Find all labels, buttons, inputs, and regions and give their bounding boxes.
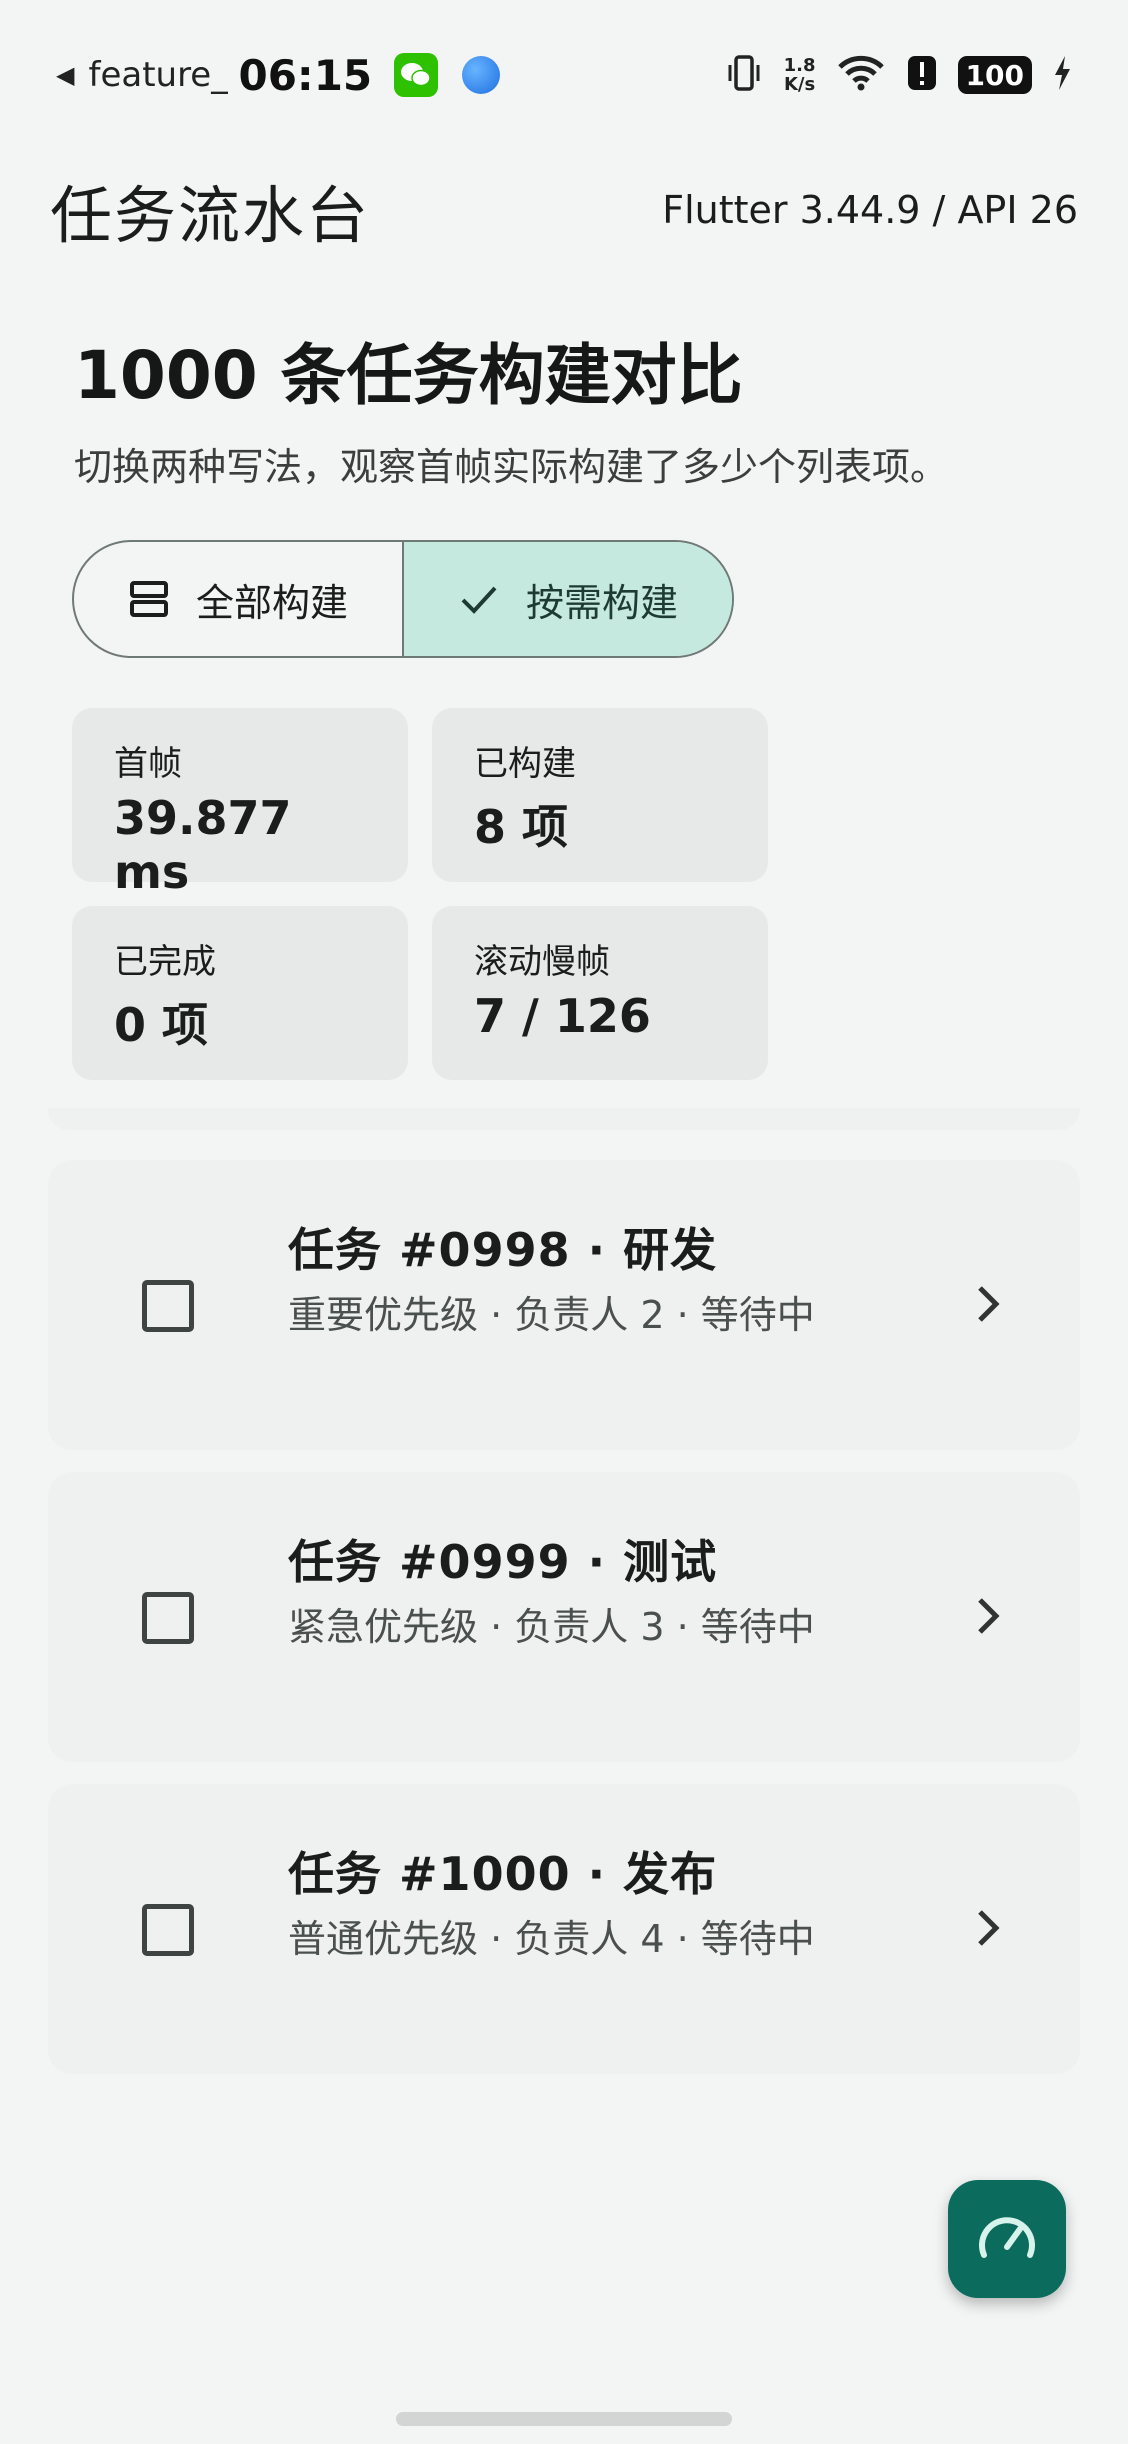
chevron-right-icon[interactable]: [974, 1906, 1002, 1954]
status-bar: ◀ feature_ 06:15 1.8 K/s 100: [0, 0, 1128, 150]
list-item[interactable]: 任务 #1000 · 发布 普通优先级 · 负责人 4 · 等待中: [48, 1784, 1080, 2074]
task-subtitle: 普通优先级 · 负责人 4 · 等待中: [288, 1917, 815, 1961]
stat-card-first-frame: 首帧 39.877 ms: [72, 708, 408, 899]
build-mode-toggle: 全部构建 按需构建: [72, 540, 734, 658]
list-icon: [128, 578, 170, 620]
stat-label: 首帧: [114, 744, 182, 784]
app-version-label: Flutter 3.44.9 / API 26: [662, 188, 1078, 232]
net-speed-unit: K/s: [783, 74, 816, 95]
list-item-edge: [48, 1108, 1080, 1130]
stat-label: 已完成: [114, 942, 216, 982]
task-checkbox[interactable]: [142, 1280, 194, 1332]
battery-level: 100: [957, 56, 1032, 94]
stat-value: 39.877 ms: [114, 791, 292, 899]
stat-label: 已构建: [474, 744, 576, 784]
list-item[interactable]: 任务 #0998 · 研发 重要优先级 · 负责人 2 · 等待中: [48, 1160, 1080, 1450]
stat-label: 滚动慢帧: [474, 942, 610, 982]
back-triangle-icon[interactable]: ◀: [56, 61, 74, 89]
net-speed: 1.8 K/s: [784, 56, 816, 94]
performance-fab-button[interactable]: [948, 2180, 1066, 2298]
segment-build-all[interactable]: 全部构建: [74, 542, 402, 656]
status-time: 06:15: [238, 50, 373, 100]
segment-build-on-demand[interactable]: 按需构建: [402, 542, 732, 656]
charging-bolt-icon: [1052, 54, 1072, 96]
stat-card-completed: 已完成 0 项: [72, 906, 408, 1080]
app-title: 任务流水台: [50, 179, 371, 252]
browser-globe-icon: [462, 56, 501, 94]
page-title: 1000 条任务构建对比: [74, 337, 743, 414]
status-app-name: feature_: [88, 55, 229, 95]
page-description: 切换两种写法，观察首帧实际构建了多少个列表项。: [74, 445, 949, 489]
net-speed-value: 1.8: [783, 55, 816, 76]
wechat-icon: [394, 53, 439, 97]
app-bar: 任务流水台 Flutter 3.44.9 / API 26: [0, 160, 1128, 260]
task-title: 任务 #1000 · 发布: [288, 1847, 718, 1901]
stat-card-built: 已构建 8 项: [432, 708, 768, 882]
task-title: 任务 #0999 · 测试: [288, 1535, 718, 1589]
list-item[interactable]: 任务 #0999 · 测试 紧急优先级 · 负责人 3 · 等待中: [48, 1472, 1080, 1762]
segment-build-all-label: 全部构建: [195, 580, 348, 625]
task-subtitle: 紧急优先级 · 负责人 3 · 等待中: [288, 1605, 815, 1649]
home-indicator[interactable]: [396, 2412, 732, 2426]
speedometer-icon: [976, 2211, 1038, 2267]
stat-card-slow-frames: 滚动慢帧 7 / 126: [432, 906, 768, 1080]
stat-value: 8 项: [474, 800, 569, 854]
vibrate-icon: [724, 53, 764, 97]
chevron-right-icon[interactable]: [974, 1282, 1002, 1330]
task-checkbox[interactable]: [142, 1904, 194, 1956]
task-subtitle: 重要优先级 · 负责人 2 · 等待中: [288, 1293, 815, 1337]
wifi-icon: [836, 53, 886, 97]
chevron-right-icon[interactable]: [974, 1594, 1002, 1642]
task-title: 任务 #0998 · 研发: [288, 1223, 718, 1277]
alert-icon: [906, 54, 938, 96]
task-checkbox[interactable]: [142, 1592, 194, 1644]
check-icon: [458, 578, 500, 620]
stat-value: 0 项: [114, 998, 209, 1052]
stat-value: 7 / 126: [474, 989, 651, 1043]
segment-build-on-demand-label: 按需构建: [525, 580, 678, 625]
